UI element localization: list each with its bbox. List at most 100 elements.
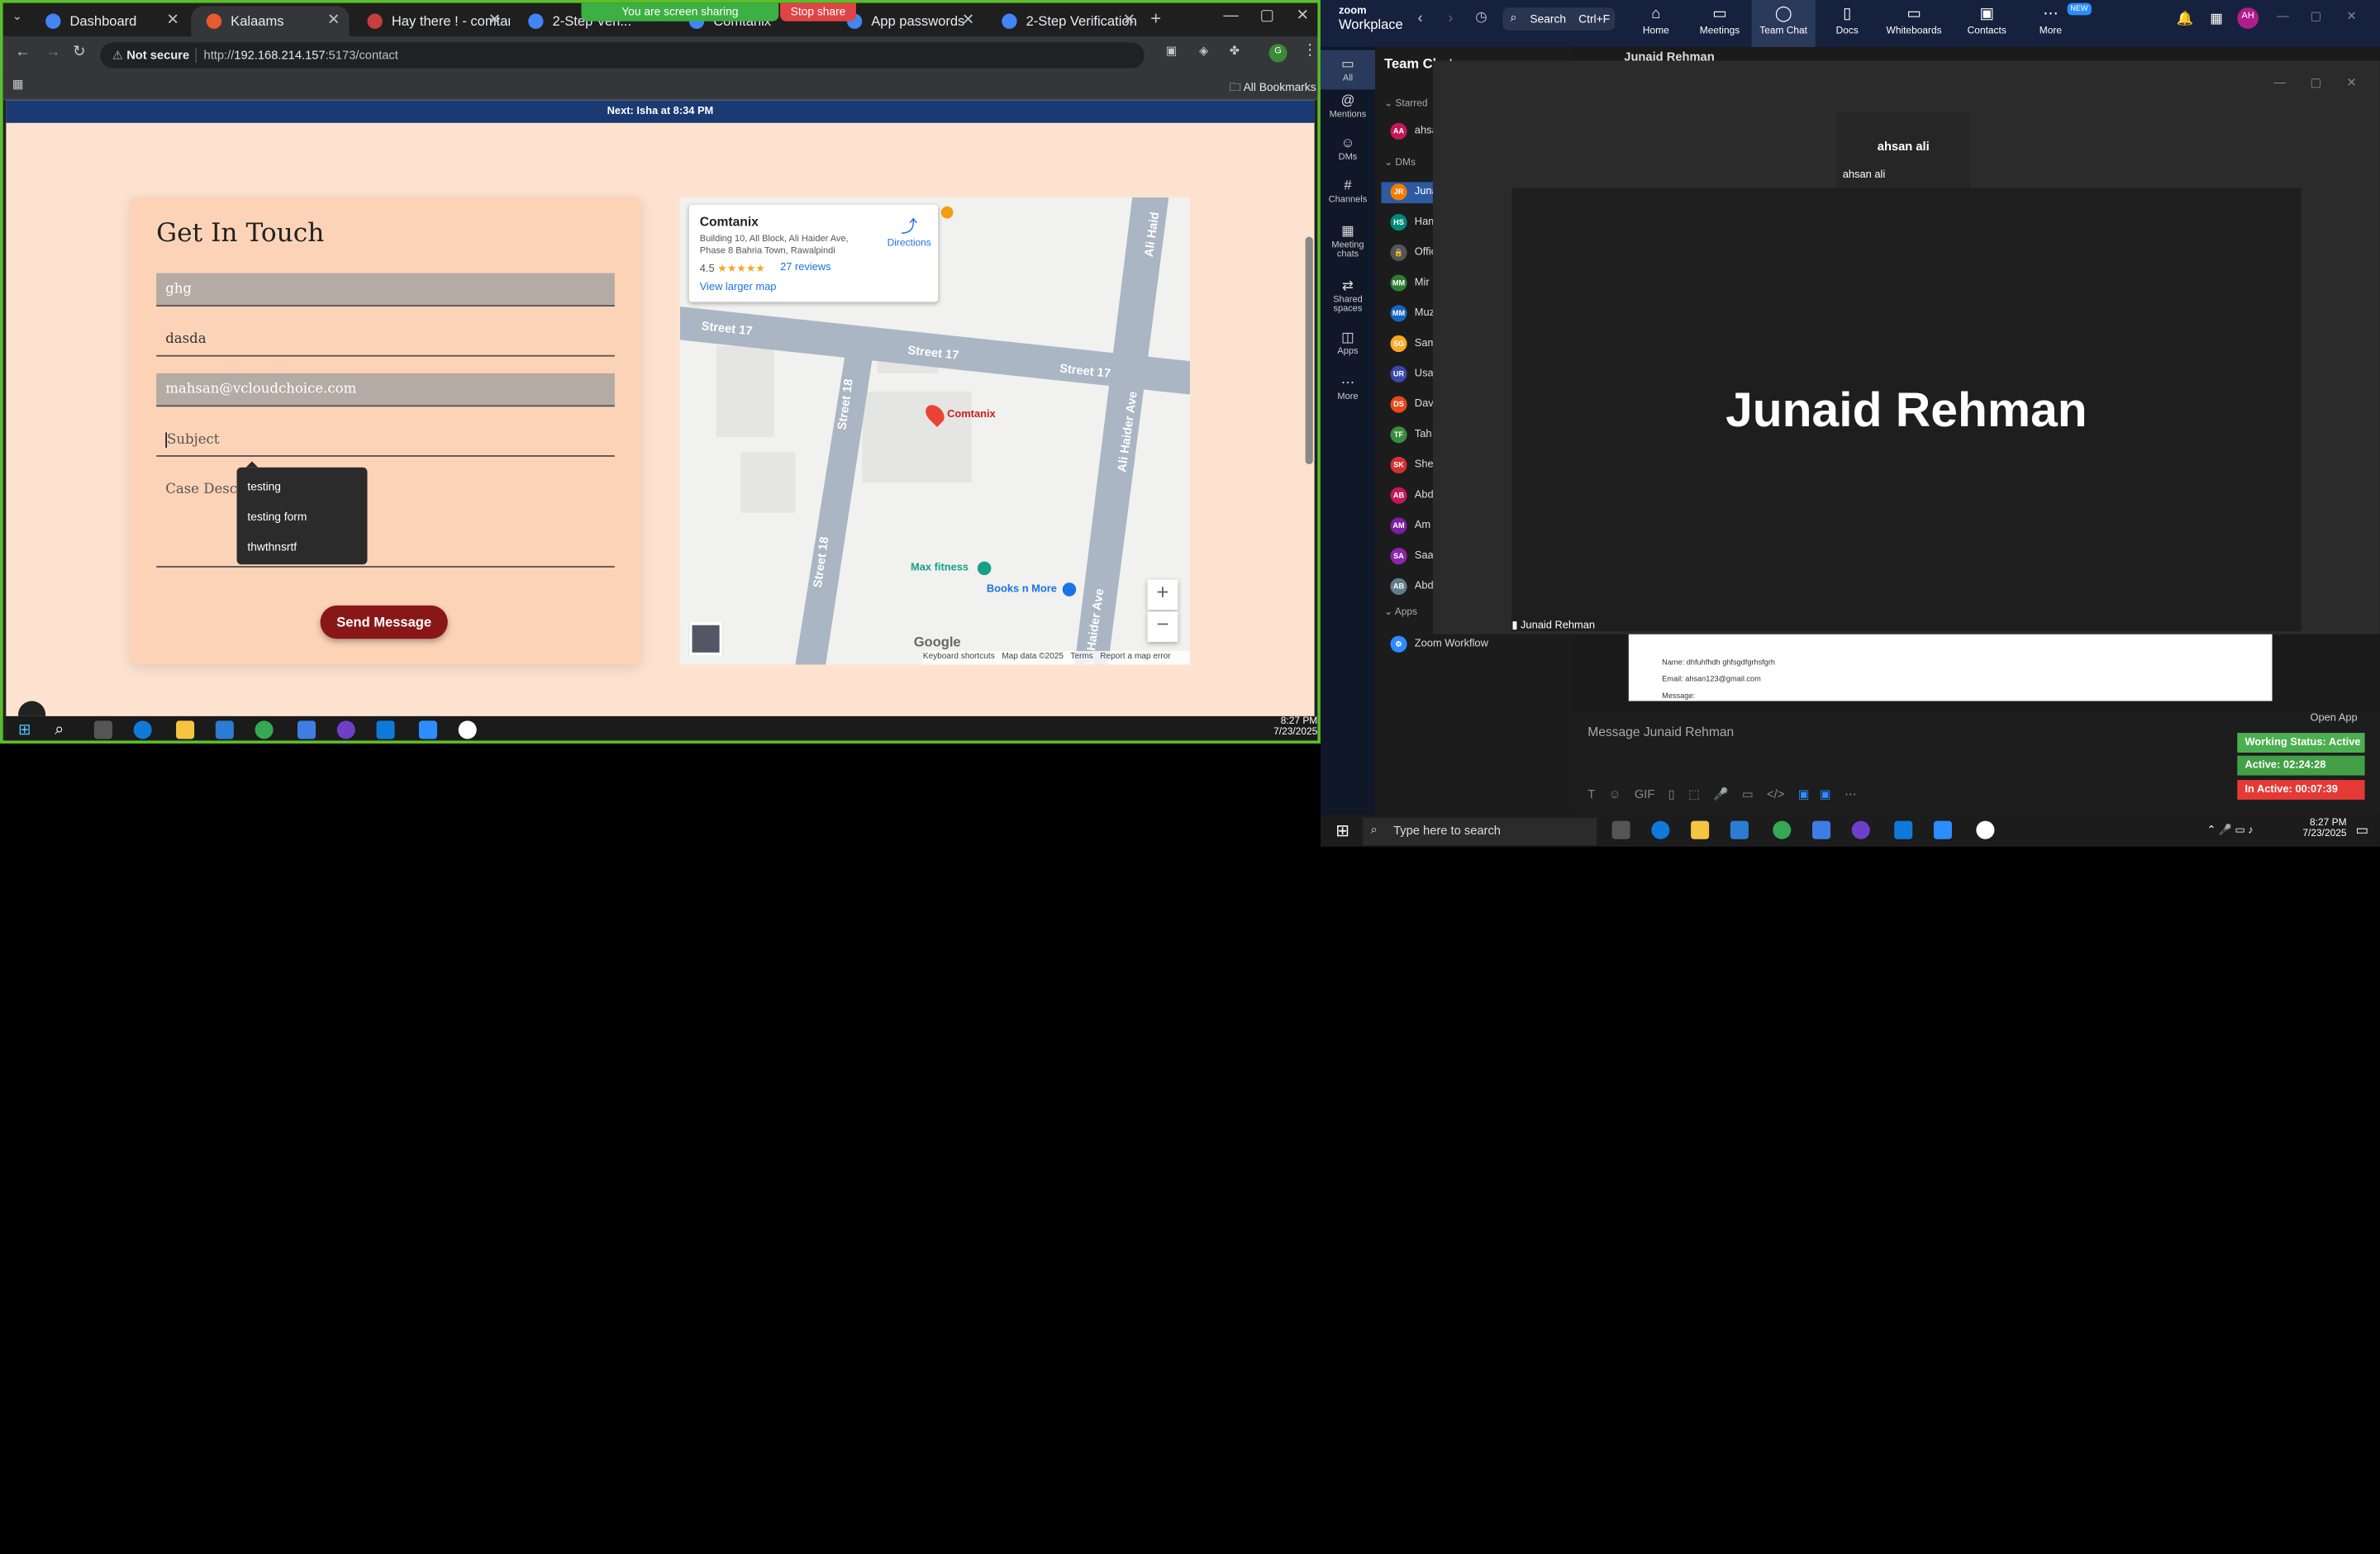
all-bookmarks-button[interactable]: 🗀 All Bookmarks [1230,79,1316,99]
map-poi-comtanix[interactable]: Comtanix [947,410,996,421]
zoom-search[interactable]: ⌕ Search Ctrl+F [1502,7,1616,31]
section-starred[interactable]: ⌄ Starred [1384,97,1428,109]
bookstore-poi-icon[interactable] [1062,582,1077,596]
rail-more[interactable]: ⋯ More [1321,375,1375,402]
message-input[interactable]: Message Junaid Rehman [1587,724,1734,739]
terms-link[interactable]: Terms [1070,653,1093,662]
zoom-out-button[interactable]: − [1147,611,1178,642]
history-icon[interactable]: ◷ [1475,9,1487,26]
nav-whiteboards[interactable]: ▭ Whiteboards [1879,6,1949,36]
directions-button[interactable]: ⤴ Directions [883,214,935,249]
gif-icon[interactable]: GIF [1635,787,1655,801]
rail-dms[interactable]: ☺ DMs [1321,135,1375,162]
github-icon[interactable] [1851,820,1870,839]
app-icon[interactable] [1976,820,1995,839]
file-explorer-icon[interactable] [176,720,195,739]
task-view-icon[interactable] [1611,820,1630,839]
autocomplete-option[interactable]: testing [237,473,368,504]
name-field[interactable]: ghg [156,273,615,307]
extension-icon[interactable]: ▣ [1166,44,1178,58]
github-icon[interactable] [336,720,355,739]
map-poi-books[interactable]: Books n More [987,584,1057,595]
app-icon[interactable] [458,720,477,739]
profile-icon[interactable]: G [1269,44,1288,63]
send-message-button[interactable]: Send Message [320,605,448,639]
autocomplete-option[interactable]: testing form [237,504,368,535]
tab-kalaams[interactable]: Kalaams ✕ [191,6,350,37]
phone-field[interactable]: dasda [156,323,615,357]
zoom-in-button[interactable]: + [1147,579,1178,611]
close-window-icon[interactable]: ✕ [1297,7,1309,24]
taskbar-search[interactable]: ⌕ Type here to search [1363,817,1597,846]
code-icon[interactable]: </> [1767,787,1784,801]
app-icon[interactable]: ▣ [1798,787,1810,801]
zoom-workflow-item[interactable]: ⚙ Zoom Workflow [1390,635,1572,654]
edit-pen-icon[interactable] [18,701,46,716]
maximize-icon[interactable]: ▢ [2310,76,2321,90]
back-icon[interactable]: ‹ [1417,11,1422,27]
tab-dashboard[interactable]: Dashboard ✕ [31,6,188,36]
close-icon[interactable]: ✕ [2347,9,2357,23]
close-icon[interactable]: ✕ [1122,12,1135,29]
report-map-error-link[interactable]: Report a map error [1100,653,1170,662]
autocomplete-option[interactable]: thwthnsrtf [237,535,368,565]
scrollbar[interactable] [1305,236,1313,465]
nav-meetings[interactable]: ▭ Meetings [1687,6,1751,36]
zoom-icon[interactable] [1933,820,1952,839]
view-larger-map-link[interactable]: View larger map [700,283,777,293]
section-apps[interactable]: ⌄ Apps [1384,606,1417,618]
minimize-icon[interactable]: — [2277,9,2289,23]
map-poi-max-fitness[interactable]: Max fitness [911,563,969,573]
rail-shared-spaces[interactable]: ⇄ Shared spaces [1321,278,1375,314]
calendar-icon[interactable]: ▦ [2210,11,2223,27]
nav-home[interactable]: ⌂ Home [1624,6,1687,36]
mic-icon[interactable]: 🎤 [1713,787,1728,801]
windows-start-icon[interactable]: ⊞ [1335,821,1349,840]
store-icon[interactable] [215,720,234,739]
email-field[interactable]: mahsan@vcloudchoice.com [156,373,615,407]
google-map-embed[interactable]: Comtanix Building 10, All Block, Ali Hai… [679,197,1190,665]
poi-marker-icon[interactable] [940,206,954,219]
email-preview-image[interactable]: Name: dhfuhfhdh ghfsgdfgrhsfgrh Email: a… [1628,634,2273,701]
apps-grid-icon[interactable]: ▦ [12,78,24,92]
extension-icon[interactable]: ◈ [1199,44,1208,58]
windows-start-icon[interactable]: ⊞ [18,722,31,739]
avatar[interactable]: AH [2237,7,2259,29]
forward-icon[interactable]: › [1448,11,1453,27]
notification-center-icon[interactable]: ▭ [2356,822,2369,839]
format-icon[interactable]: T [1587,787,1595,801]
emoji-icon[interactable]: ☺ [1609,787,1621,801]
rail-all[interactable]: ▭ All [1320,50,1376,90]
tab-comtanix-hello[interactable]: Hay there ! - comtanix✕ [352,6,510,36]
maximize-icon[interactable]: ▢ [1259,7,1273,24]
new-tab-icon[interactable]: + [1150,7,1161,29]
minimize-icon[interactable]: — [2273,76,2286,90]
fitness-poi-icon[interactable] [977,561,992,576]
keyboard-shortcuts-link[interactable]: Keyboard shortcuts [923,653,995,662]
active-speaker-video[interactable]: Junaid Rehman [1511,188,2301,632]
tab-search-icon[interactable]: ⌄ [12,9,22,23]
vscode-icon[interactable] [376,720,395,739]
edge-icon[interactable] [1651,820,1670,839]
rail-meeting-chats[interactable]: ▦ Meeting chats [1321,223,1375,259]
maximize-icon[interactable]: ▢ [2310,9,2321,23]
video-icon[interactable]: ▭ [1742,787,1754,801]
edge-icon[interactable] [133,720,152,739]
file-explorer-icon[interactable] [1691,820,1710,839]
zoom-icon[interactable] [418,720,437,739]
stop-share-button[interactable]: Stop share [780,2,856,21]
address-bar[interactable]: ⚠ Not secure │ http://192.168.214.157:51… [100,42,1145,69]
more-icon[interactable]: ⋯ [1844,787,1857,801]
case-description-field[interactable]: Case Description [156,473,615,568]
rail-channels[interactable]: # Channels [1321,178,1375,205]
extensions-puzzle-icon[interactable]: ✤ [1230,44,1240,58]
reviews-link[interactable]: 27 reviews [780,263,831,273]
notifications-icon[interactable]: 🔔 [2177,11,2194,27]
nav-contacts[interactable]: ▣ Contacts [1955,6,2019,36]
participant-thumbnail[interactable]: ahsan ali ahsan ali [1836,112,1971,188]
subject-field[interactable]: Subject [156,423,615,457]
screenshot-icon[interactable]: ⬚ [1688,787,1700,801]
attach-file-icon[interactable]: ▯ [1668,787,1675,801]
section-dms[interactable]: ⌄ DMs [1384,156,1416,169]
close-icon[interactable]: ✕ [962,12,974,29]
